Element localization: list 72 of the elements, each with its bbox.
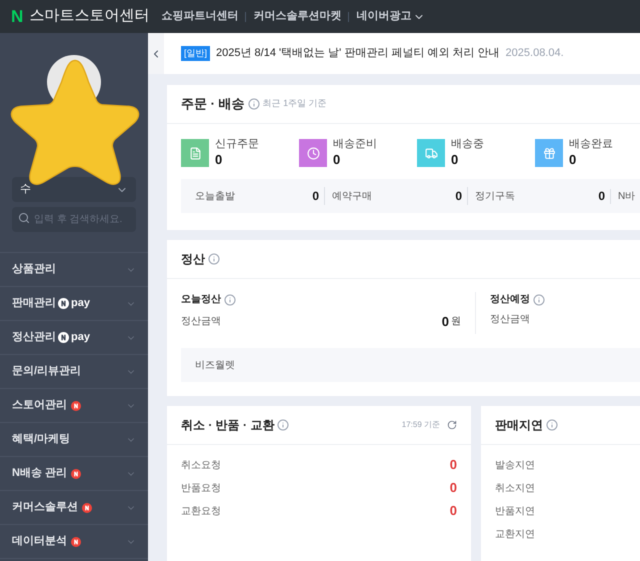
card-title: 주문 · 배송 <box>181 95 245 114</box>
status-count[interactable]: 0 <box>569 152 613 168</box>
info-icon[interactable] <box>248 98 260 110</box>
sub-stat-count[interactable]: 0 <box>312 187 319 205</box>
status-label: 배송준비 <box>333 138 377 152</box>
claim-label: 반품요청 <box>181 482 221 496</box>
new-badge-icon <box>71 400 81 410</box>
section-title: 정산예정 <box>490 293 530 307</box>
updated-time: 17:59 기준 <box>402 419 440 431</box>
sidebar-menu-item[interactable]: 스토어관리 <box>0 389 148 423</box>
delay-label: 발송지연 <box>495 458 536 472</box>
sub-stat-count[interactable]: 0 <box>598 187 605 205</box>
info-icon[interactable] <box>533 294 545 306</box>
sidebar-menu-item[interactable]: N배송 관리 <box>0 457 148 491</box>
delay-label: 취소지연 <box>495 482 536 496</box>
sub-stat-label: 예약구매 <box>332 190 372 204</box>
claim-label: 취소요청 <box>181 458 221 472</box>
notice-date: 2025.08.04. <box>506 46 564 62</box>
n-circle-icon <box>58 332 69 343</box>
notice-text[interactable]: 2025년 8/14 '택배없는 날' 판매관리 페널티 예외 처리 안내 <box>216 45 500 62</box>
info-icon[interactable] <box>277 419 290 431</box>
sidebar-menu-item[interactable]: 문의/리뷰관리 <box>0 355 148 389</box>
n-circle-icon <box>58 298 69 309</box>
amount-label: 정산금액 <box>490 313 531 327</box>
claim-count[interactable]: 0 <box>450 478 457 498</box>
status-count[interactable]: 0 <box>451 152 484 168</box>
status-count[interactable]: 0 <box>215 152 259 168</box>
notice-tag: [일반] <box>181 46 210 62</box>
pay-label: pay <box>71 330 90 346</box>
new-badge-icon <box>71 468 81 478</box>
section-title: 오늘정산 <box>181 293 221 307</box>
top-nav-link[interactable]: 쇼핑파트너센터 <box>161 8 238 25</box>
sub-stat-label: N바 <box>618 190 636 204</box>
sub-stat-count[interactable]: 0 <box>455 187 462 205</box>
card-title: 판매지연 <box>495 417 543 434</box>
amount-label: 정산금액 <box>181 315 221 330</box>
sidebar-menu-item[interactable]: 상품관리 <box>0 253 148 287</box>
amount-value[interactable]: 0 <box>442 312 449 332</box>
refresh-icon[interactable] <box>447 420 457 430</box>
status-label: 배송중 <box>451 138 484 152</box>
sidebar-menu-item[interactable]: 혜택/마케팅 <box>0 423 148 457</box>
info-icon[interactable] <box>224 294 236 306</box>
sub-stat-label: 오늘출발 <box>195 190 235 204</box>
card-title: 취소 · 반품 · 교환 <box>181 417 274 434</box>
new-badge-icon <box>71 536 81 546</box>
sidebar-menu-item[interactable]: 커머스솔루션 <box>0 491 148 525</box>
currency-unit: 원 <box>451 315 461 330</box>
sidebar-menu-item[interactable]: 판매관리 pay <box>0 287 148 321</box>
claim-count[interactable]: 0 <box>450 501 457 521</box>
wallet-label[interactable]: 비즈월렛 <box>195 358 235 372</box>
new-badge-icon <box>82 502 92 512</box>
info-icon[interactable] <box>546 419 558 431</box>
top-nav-link[interactable]: 네이버광고 <box>356 8 426 25</box>
sidebar-menu-item[interactable]: 데이터분석 <box>0 525 148 559</box>
status-label: 배송완료 <box>569 138 613 152</box>
logo-mark[interactable]: N <box>11 4 24 30</box>
logo-text[interactable]: 스마트스토어센터 <box>29 5 150 28</box>
info-icon[interactable] <box>208 253 220 265</box>
delay-label: 반품지연 <box>495 504 536 518</box>
sub-stat-label: 정기구독 <box>475 190 515 204</box>
status-label: 신규주문 <box>215 138 259 152</box>
store-select[interactable]: 수 <box>12 177 136 202</box>
claim-count[interactable]: 0 <box>450 455 457 475</box>
pay-label: pay <box>71 296 90 312</box>
top-nav-link[interactable]: 커머스솔루션마켓 <box>253 8 342 25</box>
claim-label: 교환요청 <box>181 504 221 518</box>
card-subtitle: 최근 1주일 기준 <box>262 97 327 110</box>
sidebar-menu-item[interactable]: 정산관리 pay <box>0 321 148 355</box>
card-title: 정산 <box>181 251 205 268</box>
search-icon <box>18 212 30 224</box>
delay-label: 교환지연 <box>495 528 536 542</box>
status-count[interactable]: 0 <box>333 152 377 168</box>
